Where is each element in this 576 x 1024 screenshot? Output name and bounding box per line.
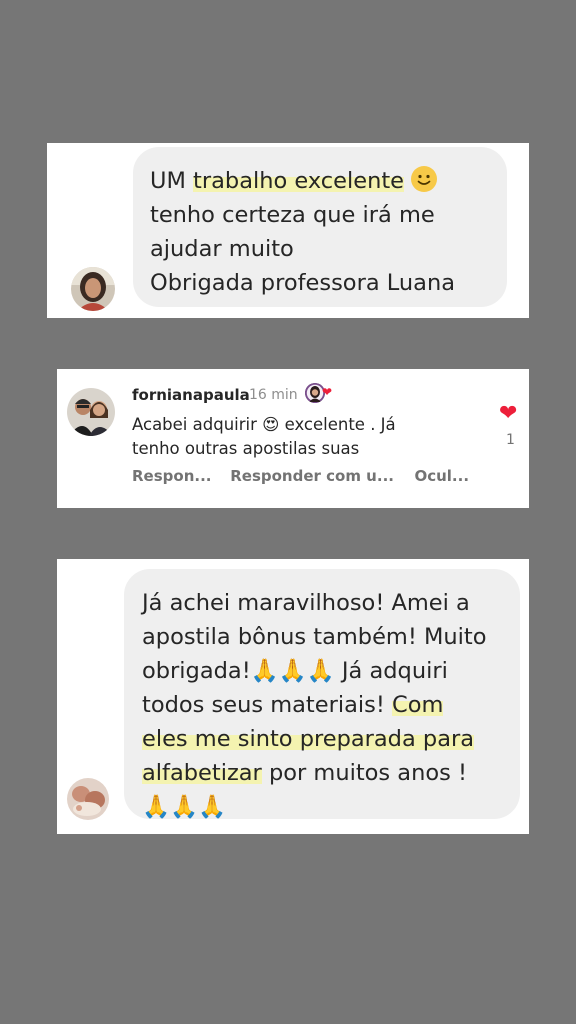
message-line: Já achei maravilhoso! Amei a xyxy=(142,590,470,616)
message-bubble: Já achei maravilhoso! Amei a apostila bô… xyxy=(124,569,520,820)
comment-text: Acabei adquirir 😍 excelente . Já tenho o… xyxy=(132,413,396,461)
avatar[interactable] xyxy=(67,388,115,436)
message-line: apostila bônus também! Muito xyxy=(142,624,487,650)
message-line: ajudar muito xyxy=(150,236,294,262)
message-line: Obrigada professora Luana xyxy=(150,270,455,296)
highlighted-text: Com xyxy=(392,692,444,718)
like-count: 1 xyxy=(506,432,515,448)
username[interactable]: fornianapaula xyxy=(132,386,250,404)
reply-with-button[interactable]: Responder com u... xyxy=(230,467,409,485)
message-line: tenho certeza que irá me xyxy=(150,202,435,228)
avatar[interactable] xyxy=(71,267,115,311)
author-liked-heart-icon: ❤ xyxy=(322,385,333,399)
highlighted-text: alfabetizar xyxy=(142,760,262,786)
comment-card-1: UM trabalho excelente tenho certeza que … xyxy=(47,143,529,318)
like-heart-icon[interactable]: ❤ xyxy=(499,403,517,425)
message-line: eles me sinto preparada para xyxy=(142,722,487,756)
message-text: UM trabalho excelente tenho certeza que … xyxy=(150,164,455,300)
comment-card-2: fornianapaula 16 min ❤ Acabei adquirir 😍… xyxy=(57,369,529,508)
timestamp: 16 min xyxy=(249,387,298,403)
comment-actions: Respon... Responder com u... Ocul... xyxy=(132,467,469,485)
message-text: Já achei maravilhoso! Amei a apostila bô… xyxy=(142,586,487,824)
message-line: todos seus materiais! Com xyxy=(142,688,487,722)
highlighted-text: eles me sinto preparada para xyxy=(142,726,475,752)
praying-hands-icon: 🙏🙏🙏 xyxy=(142,794,227,820)
text-segment: UM xyxy=(150,168,194,194)
highlighted-text: trabalho excelente xyxy=(193,168,405,194)
message-line: alfabetizar por muitos anos ! xyxy=(142,756,487,790)
text-segment: por muitos anos ! xyxy=(261,760,467,786)
smiling-face-icon xyxy=(411,166,438,192)
text-segment: todos seus materiais! xyxy=(142,692,393,718)
message-line: obrigada!🙏🙏🙏 Já adquiri xyxy=(142,658,448,684)
hide-button[interactable]: Ocul... xyxy=(414,467,469,485)
message-line: UM trabalho excelente xyxy=(150,164,455,198)
avatar[interactable] xyxy=(67,778,109,820)
message-bubble: UM trabalho excelente tenho certeza que … xyxy=(133,147,507,307)
comment-card-3: Já achei maravilhoso! Amei a apostila bô… xyxy=(57,559,529,834)
comment-line: tenho outras apostilas suas xyxy=(132,439,360,458)
reply-button[interactable]: Respon... xyxy=(132,467,225,485)
comment-line: Acabei adquirir 😍 excelente . Já xyxy=(132,415,396,434)
